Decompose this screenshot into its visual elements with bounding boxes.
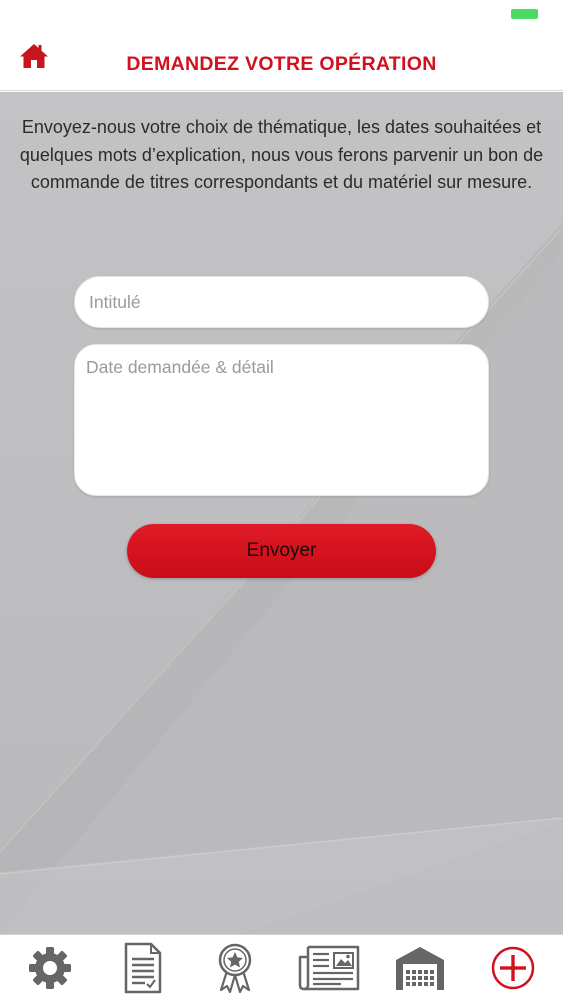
tab-awards[interactable]: [195, 937, 275, 999]
detail-textarea[interactable]: [74, 344, 489, 496]
page-title: DEMANDEZ VOTRE OPÉRATION: [126, 53, 437, 75]
tab-new-request[interactable]: [473, 937, 553, 999]
document-icon: [124, 942, 161, 993]
tab-warehouse[interactable]: [380, 937, 460, 999]
plus-circle-icon: [491, 946, 534, 989]
intro-text: Envoyez-nous votre choix de thématique, …: [19, 117, 544, 192]
tab-settings[interactable]: [10, 937, 90, 999]
title-input[interactable]: [74, 276, 489, 328]
gear-icon: [29, 946, 72, 989]
award-ribbon-icon: [219, 943, 252, 993]
send-button[interactable]: Envoyer: [127, 524, 436, 578]
tab-press[interactable]: [288, 937, 368, 999]
main-content: Envoyez-nous votre choix de thématique, …: [0, 92, 563, 934]
newspaper-icon: [298, 945, 359, 990]
tab-documents[interactable]: [103, 937, 183, 999]
header-bar: DEMANDEZ VOTRE OPÉRATION: [0, 30, 563, 91]
tab-bar: [0, 934, 563, 1000]
background-decoration: [0, 222, 563, 934]
status-bar: [0, 0, 563, 30]
warehouse-icon: [396, 946, 445, 990]
battery-icon: [511, 9, 538, 19]
